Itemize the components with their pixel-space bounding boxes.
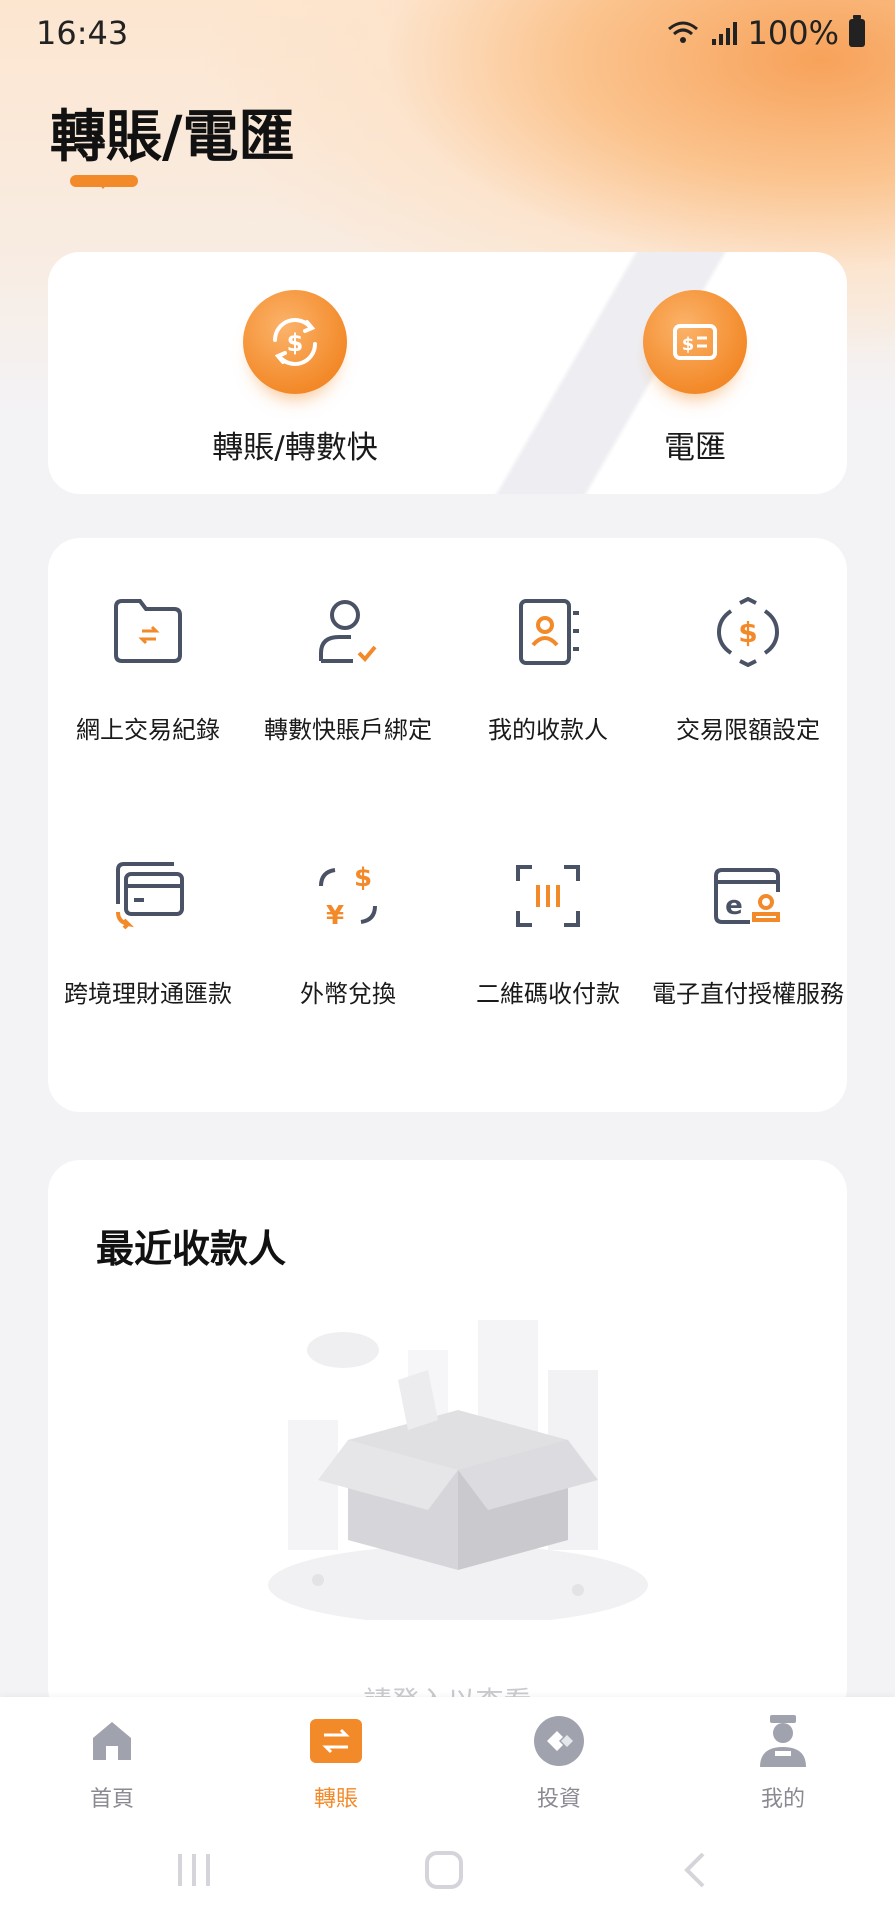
edda-icon: e: [708, 856, 788, 936]
wifi-icon: [667, 21, 698, 43]
transfer-fps-button[interactable]: $ 轉賬/轉數快: [145, 290, 445, 467]
nav-transfer-label: 轉賬: [313, 1787, 358, 1812]
battery-icon: [849, 15, 865, 47]
cards-icon: [108, 856, 188, 936]
contact-book-icon: [508, 592, 588, 672]
svg-text:e: e: [725, 891, 743, 921]
transaction-limit-settings-label: 交易限額設定: [676, 716, 820, 744]
nav-home[interactable]: 首頁: [32, 1715, 192, 1813]
nav-profile[interactable]: 我的: [703, 1715, 863, 1813]
nav-transfer[interactable]: 轉賬: [256, 1715, 416, 1813]
dollar-limit-icon: $: [708, 592, 788, 672]
svg-text:$: $: [354, 863, 372, 893]
transaction-limit-settings-button[interactable]: $ 交易限額設定: [648, 592, 848, 745]
recent-apps-icon: [178, 1854, 210, 1886]
foreign-currency-exchange-button[interactable]: $ ¥ 外幣兌換: [248, 856, 448, 1009]
svg-text:$: $: [738, 616, 757, 649]
edda-service-label: 電子直付授權服務: [652, 980, 844, 1008]
system-navigation-bar: [0, 1840, 895, 1900]
user-check-icon: [308, 592, 388, 672]
page-title: 轉賬/電匯: [50, 105, 295, 170]
primary-actions-card: $ 轉賬/轉數快 $ 電匯: [48, 252, 847, 494]
home-icon: [86, 1715, 138, 1767]
back-system-button[interactable]: [664, 1840, 724, 1900]
nav-invest-label: 投資: [536, 1787, 581, 1812]
svg-text:$: $: [682, 334, 695, 355]
status-bar: 16:43 100%: [0, 0, 895, 66]
status-time: 16:43: [36, 14, 129, 52]
back-chevron-icon: [684, 1852, 705, 1888]
telegraphic-transfer-label: 電匯: [664, 430, 726, 466]
nav-invest[interactable]: 投資: [479, 1715, 639, 1813]
profile-icon: [757, 1715, 809, 1767]
my-payees-button[interactable]: 我的收款人: [448, 592, 648, 745]
online-transaction-records-button[interactable]: 網上交易紀錄: [48, 592, 248, 745]
nav-profile-label: 我的: [760, 1787, 805, 1812]
recent-apps-button[interactable]: [164, 1840, 224, 1900]
online-transaction-records-label: 網上交易紀錄: [76, 716, 220, 744]
transfer-fps-label: 轉賬/轉數快: [212, 430, 378, 466]
dollar-cycle-icon: $: [243, 290, 347, 394]
recent-payees-title: 最近收款人: [96, 1227, 287, 1271]
qr-code-payment-button[interactable]: 二維碼收付款: [448, 856, 648, 1009]
svg-text:¥: ¥: [326, 901, 344, 931]
recent-payees-card: 最近收款人 請登入以查看: [48, 1160, 847, 1720]
status-indicators: 100%: [666, 14, 865, 52]
transfer-icon: [310, 1715, 362, 1767]
cross-boundary-wmc-remittance-button[interactable]: 跨境理財通匯款: [48, 856, 248, 1009]
currency-exchange-icon: $ ¥: [308, 856, 388, 936]
home-square-icon: [425, 1851, 463, 1889]
battery-percent: 100%: [747, 14, 839, 52]
cross-boundary-wmc-remittance-label: 跨境理財通匯款: [64, 980, 232, 1008]
home-system-button[interactable]: [414, 1840, 474, 1900]
title-underline: [70, 175, 138, 189]
foreign-currency-exchange-label: 外幣兌換: [300, 980, 396, 1008]
my-payees-label: 我的收款人: [488, 716, 608, 744]
empty-box-illustration: [268, 1320, 648, 1620]
folder-transfer-icon: [108, 592, 188, 672]
wire-transfer-icon: $: [643, 290, 747, 394]
nav-home-label: 首頁: [89, 1787, 134, 1812]
svg-text:$: $: [287, 329, 304, 357]
signal-icon: [711, 22, 737, 45]
invest-icon: [533, 1715, 585, 1767]
fps-account-binding-label: 轉數快賬戶綁定: [264, 716, 432, 744]
qr-scan-icon: [508, 856, 588, 936]
qr-code-payment-label: 二維碼收付款: [476, 980, 620, 1008]
edda-service-button[interactable]: e 電子直付授權服務: [648, 856, 848, 1009]
services-card: 網上交易紀錄 轉數快賬戶綁定 我的收款人 $ 交易限額設定 跨境理財通匯款 $ …: [48, 538, 847, 1112]
fps-account-binding-button[interactable]: 轉數快賬戶綁定: [248, 592, 448, 745]
telegraphic-transfer-button[interactable]: $ 電匯: [545, 290, 845, 467]
